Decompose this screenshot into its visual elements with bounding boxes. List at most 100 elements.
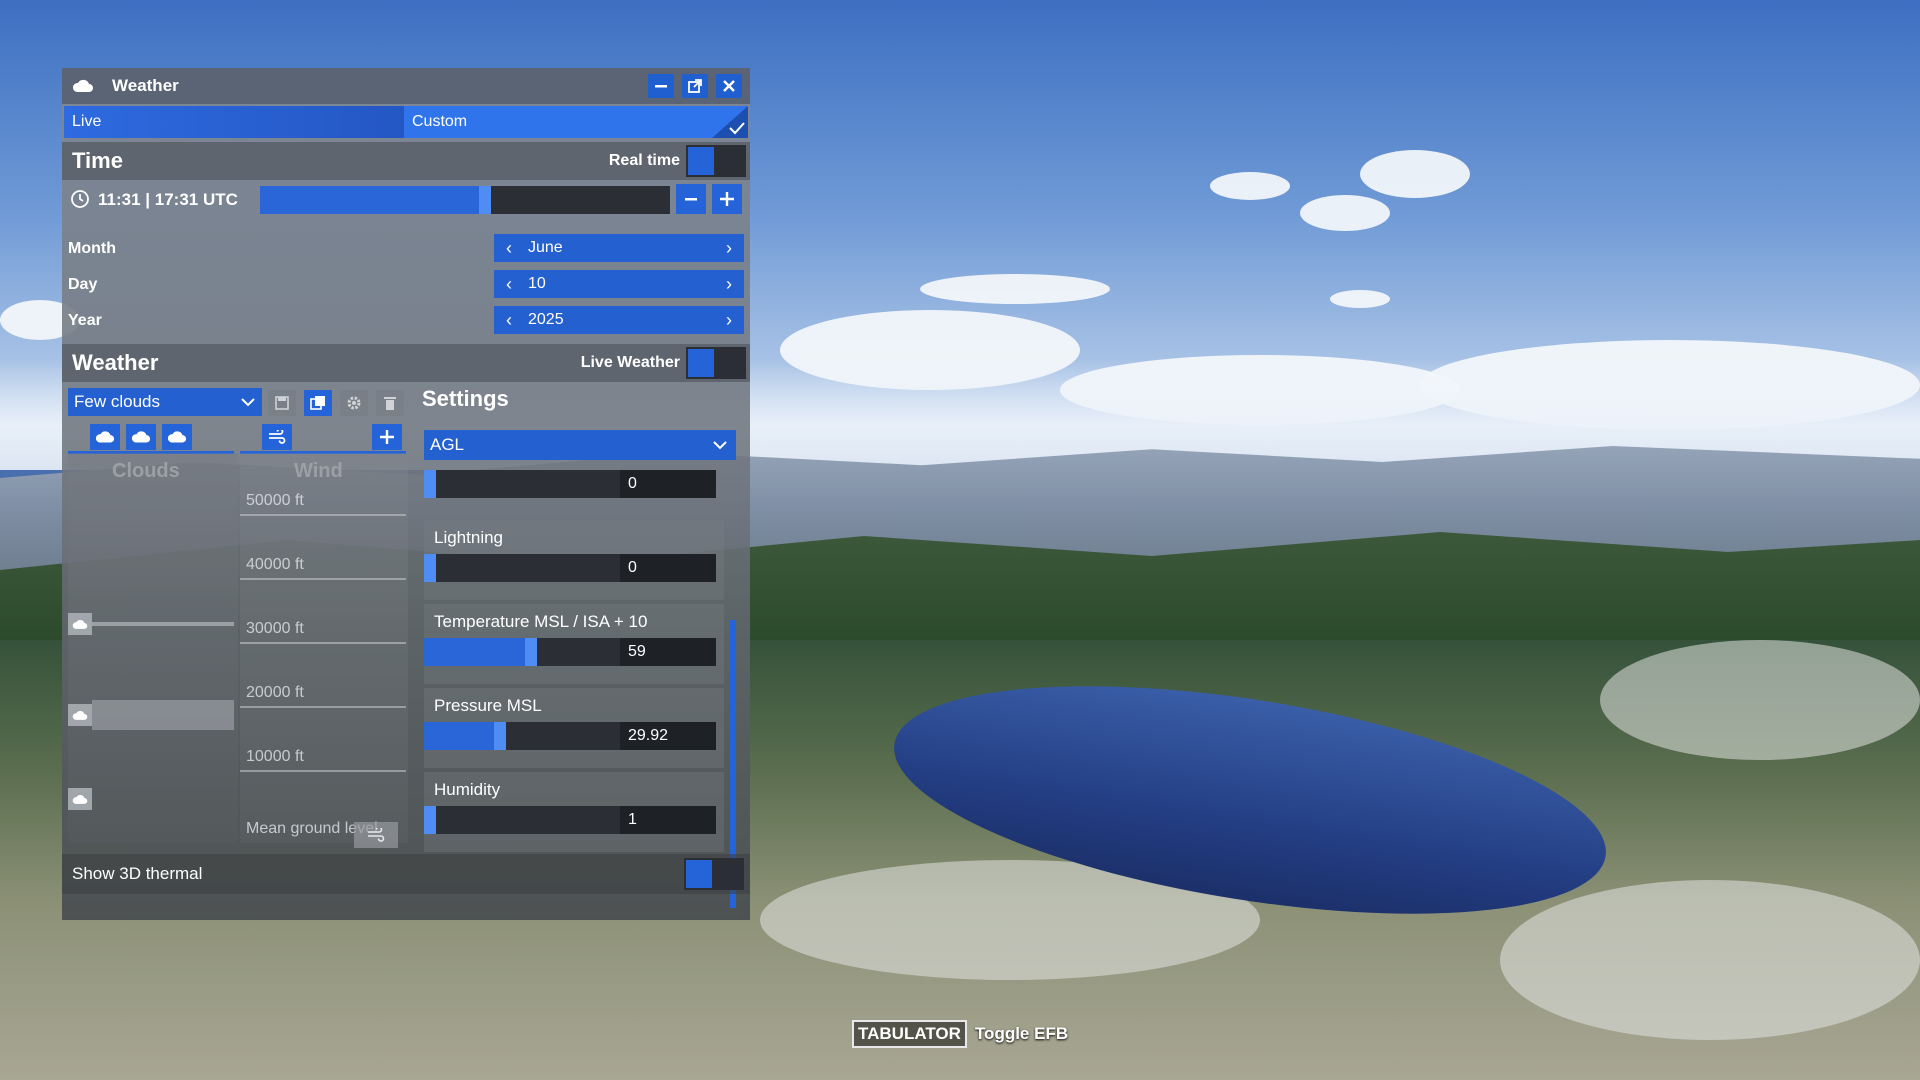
- time-section-header: Time Real time: [62, 142, 750, 180]
- live-weather-toggle[interactable]: [686, 347, 746, 379]
- cloud-icon: [95, 431, 115, 443]
- cloud-icon: [167, 431, 187, 443]
- slider-thumb[interactable]: [424, 806, 436, 834]
- slider-fill: [424, 638, 525, 666]
- temperature-slider[interactable]: 59: [424, 638, 716, 666]
- lightning-slider[interactable]: 0: [424, 554, 716, 582]
- day-next-button[interactable]: ›: [714, 274, 744, 295]
- hint-key: TABULATOR: [852, 1020, 967, 1048]
- cloud-layer-handle[interactable]: [68, 613, 92, 635]
- cloud-layer-handle[interactable]: [68, 704, 92, 726]
- humidity-value-input[interactable]: 1: [620, 806, 716, 834]
- slider-thumb[interactable]: [525, 638, 537, 666]
- wind-layer-button[interactable]: [262, 424, 292, 450]
- altitude-line: [240, 514, 406, 516]
- pressure-slider[interactable]: 29.92: [424, 722, 716, 750]
- cloud-icon: [72, 619, 88, 629]
- time-display: 11:31 | 17:31 UTC: [98, 190, 238, 209]
- altitude-label: 30000 ft: [246, 620, 304, 637]
- delete-preset-button[interactable]: [376, 390, 404, 416]
- cloud-layer-button-3[interactable]: [162, 424, 192, 450]
- time-section-title: Time: [72, 148, 123, 173]
- altitude-value-slider[interactable]: 0: [424, 470, 716, 498]
- plus-icon: [380, 430, 394, 444]
- check-icon: [712, 106, 748, 138]
- altitude-line: [240, 578, 406, 580]
- close-button[interactable]: [716, 74, 742, 98]
- mode-tabs: Live Custom: [64, 106, 748, 138]
- cloud-layer-bar[interactable]: [92, 700, 234, 730]
- slider-thumb[interactable]: [424, 470, 436, 498]
- slider-thumb[interactable]: [424, 554, 436, 582]
- cloud-layer-button-2[interactable]: [126, 424, 156, 450]
- title-bar[interactable]: Weather: [62, 68, 750, 104]
- pressure-value-input[interactable]: 29.92: [620, 722, 716, 750]
- lightning-value-input[interactable]: 0: [620, 554, 716, 582]
- clouds-column-title: Clouds: [112, 460, 180, 482]
- humidity-slider[interactable]: 1: [424, 806, 716, 834]
- time-decrement-button[interactable]: [676, 184, 706, 214]
- altitude-label: 40000 ft: [246, 556, 304, 573]
- humidity-label: Humidity: [434, 780, 501, 799]
- time-increment-button[interactable]: [712, 184, 742, 214]
- tab-live[interactable]: Live: [64, 106, 404, 138]
- weather-section-title: Weather: [72, 350, 159, 375]
- wind-column-title: Wind: [294, 460, 343, 482]
- altitude-value-input[interactable]: 0: [620, 470, 716, 498]
- toggle-knob: [688, 147, 714, 175]
- time-slider[interactable]: [260, 186, 670, 214]
- cloud-icon: [72, 79, 93, 92]
- tab-custom[interactable]: Custom: [404, 106, 748, 138]
- trash-icon: [384, 397, 396, 410]
- toggle-knob: [686, 860, 712, 888]
- gear-icon: [347, 396, 361, 410]
- year-prev-button[interactable]: ‹: [494, 310, 524, 331]
- weather-panel: Weather Live Custom Time Real time 11:31…: [62, 68, 750, 920]
- weather-preset-select[interactable]: Few clouds: [68, 388, 262, 416]
- cloud-layer-button-1[interactable]: [90, 424, 120, 450]
- pressure-label: Pressure MSL: [434, 696, 542, 715]
- realtime-toggle[interactable]: [686, 145, 746, 177]
- cloud-layer-bar[interactable]: [92, 622, 234, 626]
- cloud-icon: [72, 794, 88, 804]
- ground-wind-button[interactable]: [354, 822, 398, 848]
- year-label: Year: [68, 312, 102, 329]
- popout-icon: [688, 79, 702, 93]
- cloud-icon: [72, 710, 88, 720]
- chevron-down-icon: [241, 398, 255, 407]
- temperature-value-input[interactable]: 59: [620, 638, 716, 666]
- toggle-knob: [688, 349, 714, 377]
- popout-button[interactable]: [682, 74, 708, 98]
- minimize-button[interactable]: [648, 74, 674, 98]
- add-layer-button[interactable]: [372, 424, 402, 450]
- close-icon: [723, 80, 735, 92]
- temperature-label: Temperature MSL / ISA + 10: [434, 612, 648, 631]
- clouds-column[interactable]: [68, 453, 238, 843]
- month-prev-button[interactable]: ‹: [494, 238, 524, 259]
- day-prev-button[interactable]: ‹: [494, 274, 524, 295]
- hint-action: Toggle EFB: [974, 1024, 1069, 1043]
- time-slider-thumb[interactable]: [479, 186, 491, 214]
- year-next-button[interactable]: ›: [714, 310, 744, 331]
- weather-section-header: Weather Live Weather: [62, 344, 750, 382]
- time-row: 11:31 | 17:31 UTC: [62, 180, 750, 218]
- slider-thumb[interactable]: [494, 722, 506, 750]
- copy-preset-button[interactable]: [304, 390, 332, 416]
- month-next-button[interactable]: ›: [714, 238, 744, 259]
- cloud-layer-handle[interactable]: [68, 788, 92, 810]
- clock-icon: [71, 190, 89, 208]
- altitude-reference-value: AGL: [430, 435, 465, 454]
- save-preset-button[interactable]: [268, 390, 296, 416]
- thermal-toggle[interactable]: [684, 858, 744, 890]
- sky-cloud: [920, 274, 1110, 304]
- snow-patch: [1500, 880, 1920, 1040]
- time-slider-fill: [260, 186, 479, 214]
- efb-hint: TABULATOR Toggle EFB: [852, 1020, 1068, 1048]
- window-title: Weather: [112, 76, 179, 95]
- plus-icon: [720, 192, 734, 206]
- slider-fill: [424, 722, 494, 750]
- altitude-reference-select[interactable]: AGL: [424, 430, 736, 460]
- preset-settings-button[interactable]: [340, 390, 368, 416]
- weather-preset-value: Few clouds: [74, 392, 160, 411]
- wind-column[interactable]: [240, 453, 408, 843]
